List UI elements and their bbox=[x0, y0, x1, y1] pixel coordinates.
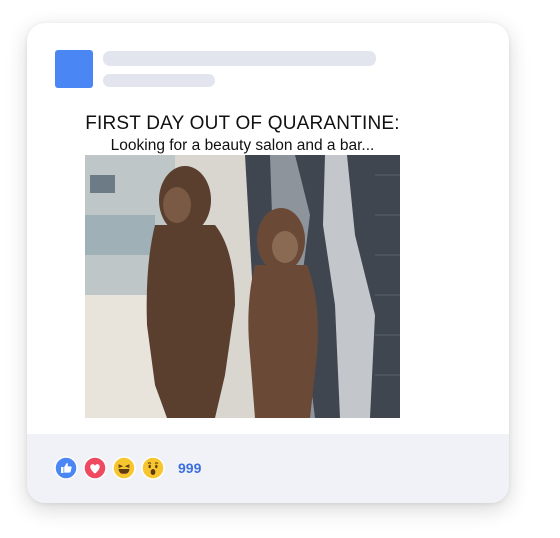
reaction-count[interactable]: 999 bbox=[178, 460, 201, 476]
wow-icon[interactable] bbox=[141, 456, 165, 480]
post-footer: 999 bbox=[27, 434, 509, 503]
meme-photo bbox=[85, 155, 400, 418]
like-icon[interactable] bbox=[54, 456, 78, 480]
meme-title: FIRST DAY OUT OF QUARANTINE: bbox=[85, 113, 400, 134]
post-card: FIRST DAY OUT OF QUARANTINE: Looking for… bbox=[27, 23, 509, 503]
avatar[interactable] bbox=[55, 50, 93, 88]
haha-icon[interactable] bbox=[112, 456, 136, 480]
post-image[interactable]: FIRST DAY OUT OF QUARANTINE: Looking for… bbox=[85, 105, 400, 418]
meme-subtitle: Looking for a beauty salon and a bar... bbox=[110, 137, 375, 154]
reactions-bar[interactable]: 999 bbox=[54, 456, 201, 480]
author-name-placeholder bbox=[103, 51, 376, 66]
love-icon[interactable] bbox=[83, 456, 107, 480]
post-meta-placeholder bbox=[103, 74, 215, 87]
